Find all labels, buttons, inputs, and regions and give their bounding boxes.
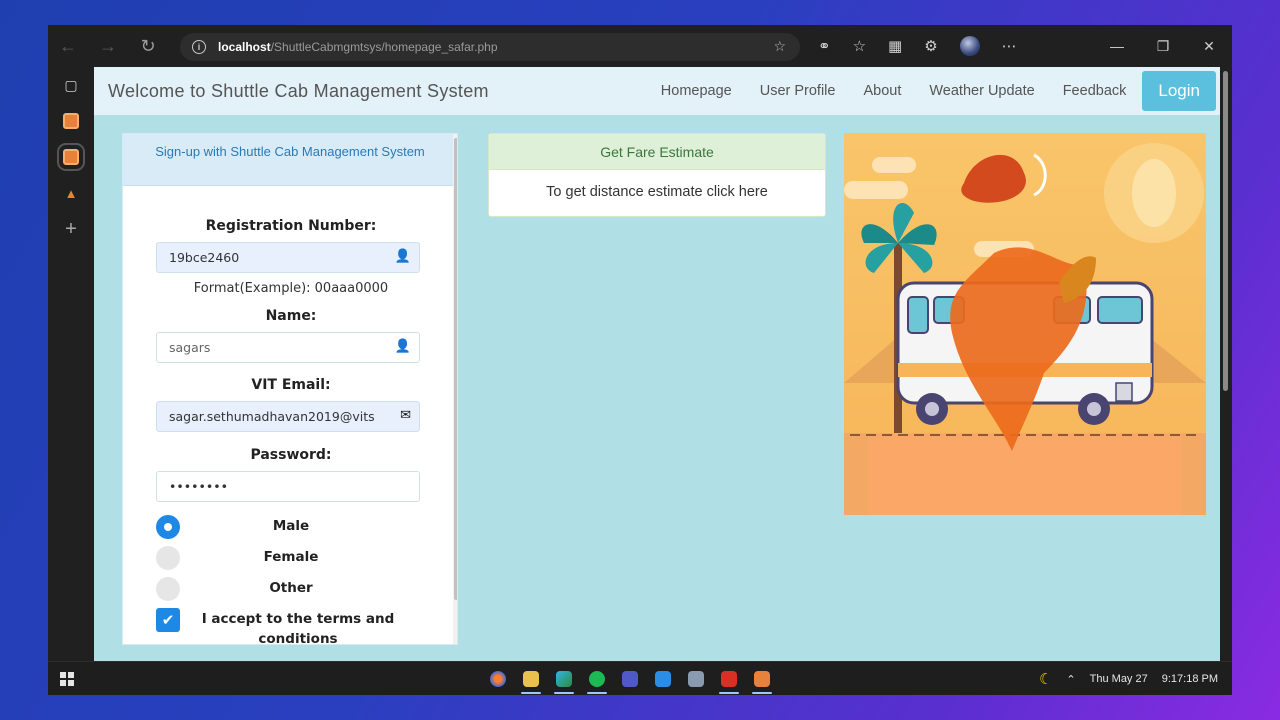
browser-toolbar: ← → ↻ i localhost/ShuttleCabmgmtsys/home… xyxy=(48,25,1232,67)
terms-checkbox[interactable]: ✔ xyxy=(156,608,180,632)
login-button[interactable]: Login xyxy=(1142,71,1216,111)
site-info-icon[interactable]: i xyxy=(192,40,206,54)
gender-label-other: Other xyxy=(269,580,313,596)
url-path: /ShuttleCabmgmtsys/homepage_safar.php xyxy=(270,40,498,54)
user-icon: 👤 xyxy=(394,339,411,354)
name-label: Name: xyxy=(265,308,317,324)
terms-label: I accept to the terms and conditions xyxy=(201,611,395,645)
name-value: sagars xyxy=(169,340,211,355)
site-navbar: Welcome to Shuttle Cab Management System… xyxy=(94,67,1220,115)
registration-label: Registration Number: xyxy=(205,218,377,234)
clock-date[interactable]: Thu May 27 xyxy=(1090,673,1148,685)
tab-favicon-icon: ▲ xyxy=(64,185,78,201)
password-value: •••••••• xyxy=(169,479,228,494)
teams-icon[interactable] xyxy=(622,671,638,687)
fare-heading: Get Fare Estimate xyxy=(489,134,825,170)
check-icon: ✔ xyxy=(161,612,175,629)
tab-actions-icon[interactable]: ▢ xyxy=(48,67,94,103)
email-input[interactable]: sagar.sethumadhavan2019@vits ✉ xyxy=(156,401,420,432)
restore-icon[interactable]: ❐ xyxy=(1140,38,1186,55)
calculator-icon[interactable] xyxy=(688,671,704,687)
gender-label-male: Male xyxy=(272,518,310,534)
site-brand[interactable]: Welcome to Shuttle Cab Management System xyxy=(108,81,489,102)
night-light-icon[interactable]: ☾ xyxy=(1039,670,1052,688)
registration-value: 19bce2460 xyxy=(169,250,240,265)
firefox-icon[interactable] xyxy=(490,671,506,687)
chevron-up-icon[interactable]: ⌃ xyxy=(1066,673,1075,686)
address-bar[interactable]: i localhost/ShuttleCabmgmtsys/homepage_s… xyxy=(180,33,800,61)
panel-scroll-thumb[interactable] xyxy=(454,138,457,600)
tab-item-active[interactable] xyxy=(48,139,94,175)
gender-label-female: Female xyxy=(263,549,319,565)
extensions-icon[interactable]: ⚙ xyxy=(924,37,937,55)
favorites-icon[interactable]: ☆ xyxy=(853,37,866,55)
tab-favicon-icon xyxy=(57,143,85,171)
signup-panel: Sign-up with Shuttle Cab Management Syst… xyxy=(122,133,458,645)
tracking-icon[interactable]: ⚭ xyxy=(818,37,831,55)
tab-favicon-icon xyxy=(63,113,79,129)
email-label: VIT Email: xyxy=(251,377,331,393)
close-icon[interactable]: ✕ xyxy=(1186,38,1232,55)
user-icon: 👤 xyxy=(394,249,411,264)
edge-icon[interactable] xyxy=(554,671,574,694)
page-scrollbar[interactable] xyxy=(1220,67,1232,661)
panel-scrollbar[interactable] xyxy=(453,134,457,644)
minimize-icon[interactable]: — xyxy=(1094,38,1140,54)
page-viewport: Welcome to Shuttle Cab Management System… xyxy=(94,67,1220,661)
taskbar: ☾ ⌃ Thu May 27 9:17:18 PM xyxy=(48,661,1232,695)
collections-icon[interactable]: ▦ xyxy=(888,37,902,55)
refresh-icon[interactable]: ↻ xyxy=(128,25,168,67)
registration-hint: Format(Example): 00aaa0000 xyxy=(193,281,389,296)
back-arrow-icon[interactable]: ← xyxy=(48,25,88,67)
toolbar-icons: ⚭ ☆ ▦ ⚙ ⋯ xyxy=(818,25,1017,67)
nav-homepage[interactable]: Homepage xyxy=(661,83,732,99)
browser-window: ← → ↻ i localhost/ShuttleCabmgmtsys/home… xyxy=(48,25,1232,695)
spotify-icon[interactable] xyxy=(587,671,607,694)
acrobat-icon[interactable] xyxy=(719,671,739,694)
window-controls: — ❐ ✕ xyxy=(1094,25,1232,67)
file-explorer-icon[interactable] xyxy=(521,671,541,694)
tab-item[interactable] xyxy=(48,103,94,139)
password-input[interactable]: •••••••• xyxy=(156,471,420,502)
forward-arrow-icon[interactable]: → xyxy=(88,25,128,67)
fare-estimate-card: Get Fare Estimate To get distance estima… xyxy=(488,133,826,217)
nav-user-profile[interactable]: User Profile xyxy=(760,83,836,99)
name-input[interactable]: sagars 👤 xyxy=(156,332,420,363)
nav-about[interactable]: About xyxy=(863,83,901,99)
fare-estimate-link[interactable]: To get distance estimate click here xyxy=(489,170,825,200)
url-host: localhost xyxy=(218,40,271,54)
system-tray: ☾ ⌃ Thu May 27 9:17:18 PM xyxy=(1039,662,1218,695)
vscode-icon[interactable] xyxy=(655,671,671,687)
envelope-icon: ✉ xyxy=(400,408,411,423)
password-label: Password: xyxy=(250,447,332,463)
nav-links: Homepage User Profile About Weather Upda… xyxy=(647,67,1220,115)
windows-start-icon[interactable] xyxy=(60,672,74,686)
profile-avatar[interactable] xyxy=(959,36,980,56)
nav-feedback[interactable]: Feedback xyxy=(1063,83,1127,99)
more-menu-icon[interactable]: ⋯ xyxy=(1002,37,1017,55)
registration-input[interactable]: 19bce2460 👤 xyxy=(156,242,420,273)
vertical-tabs: ▢ ▲ + xyxy=(48,67,94,661)
taskbar-apps xyxy=(490,662,772,695)
xampp-icon[interactable] xyxy=(752,671,772,694)
page-scroll-thumb[interactable] xyxy=(1223,71,1228,391)
email-value: sagar.sethumadhavan2019@vits xyxy=(169,409,375,424)
new-tab-icon[interactable]: + xyxy=(48,211,94,247)
add-favorite-icon[interactable]: ☆ xyxy=(773,38,786,55)
tab-item[interactable]: ▲ xyxy=(48,175,94,211)
clock-time[interactable]: 9:17:18 PM xyxy=(1162,673,1218,685)
signup-heading: Sign-up with Shuttle Cab Management Syst… xyxy=(123,134,457,186)
nav-weather-update[interactable]: Weather Update xyxy=(929,83,1034,99)
bus-illustration xyxy=(844,133,1206,515)
